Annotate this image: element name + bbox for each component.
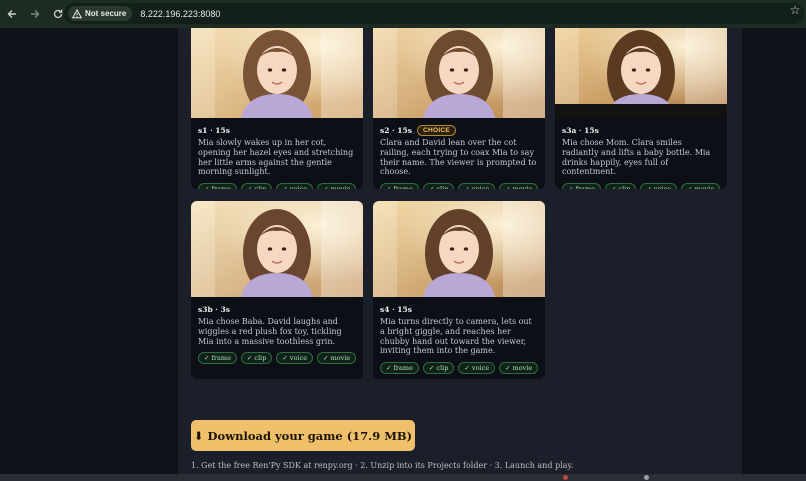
- taskbar-strip: [0, 474, 806, 481]
- page-content: s1 · 15s Mia slowly wakes up in her cot, …: [0, 28, 806, 481]
- scene-card-s3b: s3b · 3s Mia chose Baba. David laughs and…: [191, 201, 363, 379]
- scene-id: s1: [198, 126, 208, 135]
- scene-description: Mia chose Mom. Clara smiles radiantly an…: [562, 138, 711, 177]
- badge-frame: ✓ frame: [198, 183, 237, 189]
- asset-badges: ✓ frame✓ clip✓ voice✓ movie: [198, 352, 357, 365]
- star-icon[interactable]: ☆: [788, 3, 802, 17]
- meta-separator: ·: [576, 126, 585, 135]
- scene-image[interactable]: [191, 28, 363, 118]
- back-arrow-icon[interactable]: [1, 3, 23, 25]
- badge-frame: ✓ frame: [198, 352, 237, 365]
- download-panel: ⬇ Download your game (17.9 MB) 1. Get th…: [178, 406, 742, 481]
- asset-badges: ✓ frame✓ clip✓ voice✓ movie: [562, 183, 721, 189]
- scene-id: s2: [380, 126, 390, 135]
- scene-thumbnail: [555, 28, 727, 118]
- scene-duration: 3s: [220, 305, 230, 314]
- asset-badges: ✓ frame✓ clip✓ voice✓ movie: [380, 362, 539, 375]
- asset-badges: ✓ frame✓ clip✓ voice✓ movie: [198, 183, 357, 189]
- badge-frame: ✓ frame: [380, 362, 419, 375]
- badge-voice: ✓ voice: [458, 183, 496, 189]
- scene-duration: 15s: [397, 305, 412, 314]
- security-chip[interactable]: Not secure: [68, 6, 133, 21]
- scene-meta: s2 · 15s CHOICE: [380, 124, 538, 137]
- scene-duration: 15s: [215, 126, 230, 135]
- url-text[interactable]: 8.222.196.223:8080: [140, 9, 220, 19]
- badge-clip: ✓ clip: [240, 352, 273, 365]
- address-bar[interactable]: Not secure 8.222.196.223:8080: [64, 3, 804, 24]
- scene-description: Mia chose Baba. David laughs and wiggles…: [198, 317, 342, 346]
- badge-frame: ✓ frame: [380, 183, 419, 189]
- badge-voice: ✓ voice: [276, 183, 314, 189]
- scene-meta: s4 · 15s: [380, 303, 538, 316]
- badge-movie: ✓ movie: [499, 362, 539, 375]
- badge-frame: ✓ frame: [562, 183, 601, 189]
- scene-image[interactable]: [373, 201, 545, 297]
- scene-card-body: s4 · 15s Mia turns directly to camera, le…: [373, 297, 545, 375]
- badge-movie: ✓ movie: [317, 352, 357, 365]
- security-label: Not secure: [85, 9, 127, 18]
- meta-separator: ·: [207, 126, 216, 135]
- status-dot: [563, 475, 568, 480]
- scene-card-s4: s4 · 15s Mia turns directly to camera, le…: [373, 201, 545, 379]
- scene-thumbnail: [373, 201, 545, 297]
- scene-id: s3a: [562, 126, 577, 135]
- choice-badge: CHOICE: [416, 125, 457, 136]
- asset-badges: ✓ frame✓ clip✓ voice✓ movie: [380, 183, 539, 189]
- badge-voice: ✓ voice: [276, 352, 314, 365]
- scene-card-s2: s2 · 15s CHOICE Clara and David lean over …: [373, 28, 545, 189]
- status-dot: [644, 475, 649, 480]
- scene-card-body: s1 · 15s Mia slowly wakes up in her cot, …: [191, 118, 363, 189]
- scene-card-s1: s1 · 15s Mia slowly wakes up in her cot, …: [191, 28, 363, 189]
- scene-meta: s1 · 15s: [198, 124, 356, 137]
- badge-clip: ✓ clip: [422, 183, 455, 189]
- badge-clip: ✓ clip: [604, 183, 637, 189]
- scene-image[interactable]: [373, 28, 545, 118]
- badge-clip: ✓ clip: [422, 362, 455, 375]
- scene-thumbnail: [191, 201, 363, 297]
- warning-icon: [72, 8, 82, 18]
- install-steps: 1. Get the free Ren'Py SDK at renpy.org …: [191, 461, 574, 470]
- badge-clip: ✓ clip: [240, 183, 273, 189]
- scene-description: Mia slowly wakes up in her cot, opening …: [198, 138, 354, 177]
- scene-card-body: s3a · 15s Mia chose Mom. Clara smiles rad…: [555, 118, 727, 189]
- scene-image[interactable]: [555, 28, 727, 118]
- scene-meta: s3a · 15s: [562, 124, 720, 137]
- badge-voice: ✓ voice: [640, 183, 678, 189]
- scene-card-s3a: s3a · 15s Mia chose Mom. Clara smiles rad…: [555, 28, 727, 189]
- scene-id: s3b: [198, 305, 213, 314]
- scene-description: Clara and David lean over the cot railin…: [380, 138, 537, 177]
- badge-movie: ✓ movie: [681, 183, 721, 189]
- scene-duration: 15s: [584, 126, 599, 135]
- browser-toolbar: Not secure 8.222.196.223:8080 ☆: [0, 0, 806, 28]
- meta-separator: ·: [389, 126, 398, 135]
- scene-meta: s3b · 3s: [198, 303, 356, 316]
- scene-image[interactable]: [191, 201, 363, 297]
- forward-arrow-icon[interactable]: [24, 3, 46, 25]
- badge-movie: ✓ movie: [317, 183, 357, 189]
- scene-duration: 15s: [397, 126, 412, 135]
- scene-thumbnail: [373, 28, 545, 118]
- scene-thumbnail: [191, 28, 363, 118]
- badge-movie: ✓ movie: [499, 183, 539, 189]
- download-button[interactable]: ⬇ Download your game (17.9 MB): [191, 420, 415, 451]
- scene-card-body: s3b · 3s Mia chose Baba. David laughs and…: [191, 297, 363, 365]
- badge-voice: ✓ voice: [458, 362, 496, 375]
- scene-id: s4: [380, 305, 390, 314]
- scene-description: Mia turns directly to camera, lets out a…: [380, 317, 532, 356]
- meta-separator: ·: [212, 305, 221, 314]
- scene-card-body: s2 · 15s CHOICE Clara and David lean over …: [373, 118, 545, 189]
- meta-separator: ·: [389, 305, 398, 314]
